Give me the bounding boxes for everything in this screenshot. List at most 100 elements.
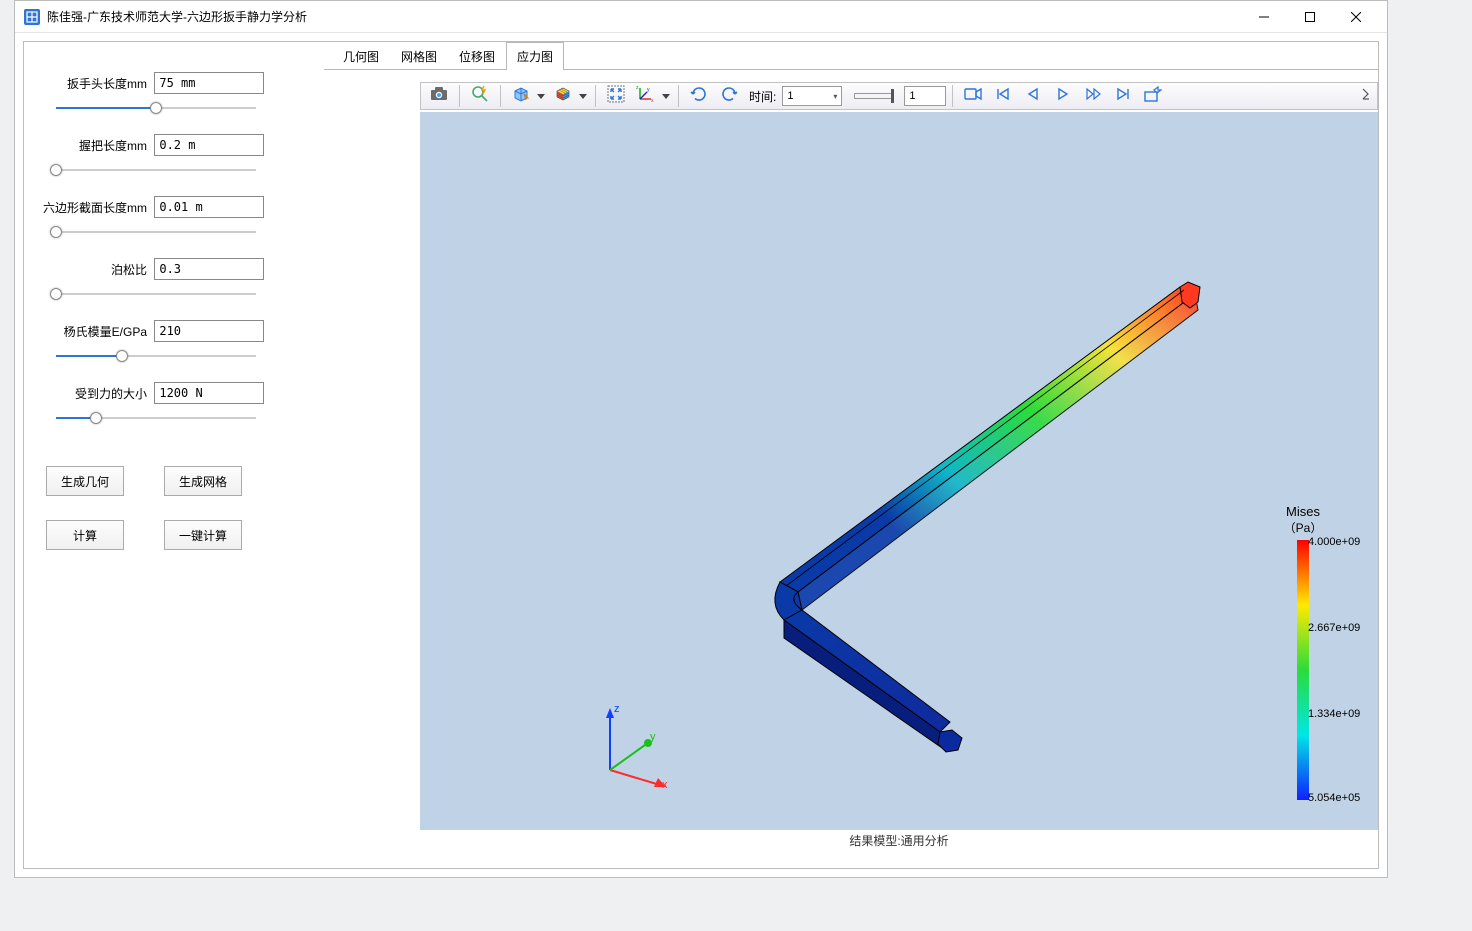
param-youngs: 杨氏模量E/GPa [36, 320, 312, 364]
rotate-ccw-icon [720, 85, 738, 108]
generate-mesh-button[interactable]: 生成网格 [164, 466, 242, 496]
viewport-toolbar: zxy 时间: 1▾ 1 [420, 82, 1378, 110]
param-label: 泊松比 [36, 261, 151, 278]
youngs-slider[interactable] [56, 348, 256, 364]
status-text: 结果模型:通用分析 [849, 834, 948, 848]
camcorder-icon [964, 87, 982, 106]
axis-x-label: x [662, 779, 668, 790]
svg-text:z: z [636, 85, 639, 91]
hex-section-input[interactable] [154, 196, 264, 218]
magnifier-bolt-icon [471, 85, 489, 108]
param-force: 受到力的大小 [36, 382, 312, 426]
play-rev-icon [1026, 87, 1040, 106]
time-label: 时间: [749, 88, 776, 105]
hex-section-slider[interactable] [56, 224, 256, 240]
chevron-down-icon [579, 94, 587, 99]
time-value: 1 [787, 90, 793, 102]
render-canvas[interactable]: z y x Mises （Pa） 4.000e+09 2.667e+09 1.3… [420, 112, 1378, 830]
force-input[interactable] [154, 382, 264, 404]
parameters-panel: 扳手头长度mm 握把长度mm 六边形截面长度mm 泊松比 杨氏模量E/GPa [24, 42, 324, 868]
svg-text:x: x [651, 98, 654, 103]
selection-dropdown[interactable] [507, 84, 547, 108]
poisson-input[interactable] [154, 258, 264, 280]
colormap-dropdown[interactable] [549, 84, 589, 108]
legend-min: 5.054e+05 [1308, 792, 1360, 804]
camera-icon [430, 86, 448, 107]
cube-select-icon [512, 85, 530, 108]
screenshot-button[interactable] [425, 84, 453, 108]
axis-z-label: z [614, 703, 620, 715]
titlebar: 陈佳强-广东技术师范大学-六边形扳手静力学分析 [15, 1, 1387, 33]
close-button[interactable] [1333, 2, 1379, 32]
chevron-down-icon [662, 94, 670, 99]
window-title: 陈佳强-广东技术师范大学-六边形扳手静力学分析 [47, 8, 1241, 25]
legend-unit: （Pa） [1248, 519, 1358, 536]
legend-max: 4.000e+09 [1308, 536, 1360, 548]
rotate-cw-button[interactable] [685, 84, 713, 108]
param-label: 杨氏模量E/GPa [36, 323, 151, 340]
skip-first-icon [996, 87, 1010, 106]
zoom-extents-button[interactable] [466, 84, 494, 108]
rotate-cw-icon [690, 85, 708, 108]
head-length-slider[interactable] [56, 100, 256, 116]
legend-v2: 1.334e+09 [1308, 708, 1360, 720]
view-orientation-dropdown[interactable]: zxy [632, 84, 672, 108]
grip-length-slider[interactable] [56, 162, 256, 178]
viewport: zxy 时间: 1▾ 1 [324, 70, 1378, 868]
toolbar-overflow-button[interactable] [1359, 84, 1373, 108]
generate-geometry-button[interactable]: 生成几何 [46, 466, 124, 496]
param-label: 握把长度mm [36, 137, 151, 154]
maximize-button[interactable] [1287, 2, 1333, 32]
wrench-model [570, 252, 1220, 772]
time-combo[interactable]: 1▾ [782, 86, 842, 106]
force-slider[interactable] [56, 410, 256, 426]
next-frame-button[interactable] [1079, 84, 1107, 108]
head-length-input[interactable] [154, 72, 264, 94]
minimize-button[interactable] [1241, 2, 1287, 32]
tab-strip: 几何图 网格图 位移图 应力图 [324, 42, 1378, 70]
one-click-calc-button[interactable]: 一键计算 [164, 520, 242, 550]
param-label: 受到力的大小 [36, 385, 151, 402]
tab-displacement[interactable]: 位移图 [448, 42, 506, 70]
app-window: 陈佳强-广东技术师范大学-六边形扳手静力学分析 扳手头长度mm 握把长度mm 六… [14, 0, 1388, 878]
axis-y-label: y [650, 731, 656, 743]
param-grip-length: 握把长度mm [36, 134, 312, 178]
window-controls [1241, 2, 1379, 32]
chevron-down-icon: ▾ [833, 92, 837, 101]
timeline-track[interactable] [854, 93, 894, 99]
first-frame-button[interactable] [989, 84, 1017, 108]
prev-frame-button[interactable] [1019, 84, 1047, 108]
axis-triad: z y x [590, 700, 680, 790]
last-frame-button[interactable] [1109, 84, 1137, 108]
param-hex-section: 六边形截面长度mm [36, 196, 312, 240]
param-label: 六边形截面长度mm [36, 199, 151, 216]
calculate-button[interactable]: 计算 [46, 520, 124, 550]
tab-stress[interactable]: 应力图 [506, 42, 564, 70]
rotate-ccw-button[interactable] [715, 84, 743, 108]
color-legend: Mises （Pa） 4.000e+09 2.667e+09 1.334e+09… [1248, 504, 1358, 800]
play-icon [1056, 87, 1070, 106]
status-bar: 结果模型:通用分析 [420, 832, 1378, 850]
fit-arrows-icon [607, 85, 625, 108]
frame-value: 1 [909, 90, 915, 102]
tab-mesh[interactable]: 网格图 [390, 42, 448, 70]
app-icon [23, 8, 41, 26]
client-area: 扳手头长度mm 握把长度mm 六边形截面长度mm 泊松比 杨氏模量E/GPa [23, 41, 1379, 869]
param-poisson: 泊松比 [36, 258, 312, 302]
play-button[interactable] [1049, 84, 1077, 108]
record-button[interactable] [959, 84, 987, 108]
chevron-down-icon [537, 94, 545, 99]
fit-to-window-button[interactable] [602, 84, 630, 108]
rubik-cube-icon [554, 85, 572, 108]
poisson-slider[interactable] [56, 286, 256, 302]
param-head-length: 扳手头长度mm [36, 72, 312, 116]
export-animation-button[interactable] [1139, 84, 1167, 108]
frame-spinner[interactable]: 1 [904, 86, 946, 106]
grip-length-input[interactable] [154, 134, 264, 156]
legend-title: Mises [1248, 504, 1358, 519]
youngs-input[interactable] [154, 320, 264, 342]
legend-bar [1297, 540, 1309, 800]
tab-geometry[interactable]: 几何图 [332, 42, 390, 70]
export-icon [1144, 86, 1162, 107]
step-fwd-icon [1085, 87, 1101, 106]
